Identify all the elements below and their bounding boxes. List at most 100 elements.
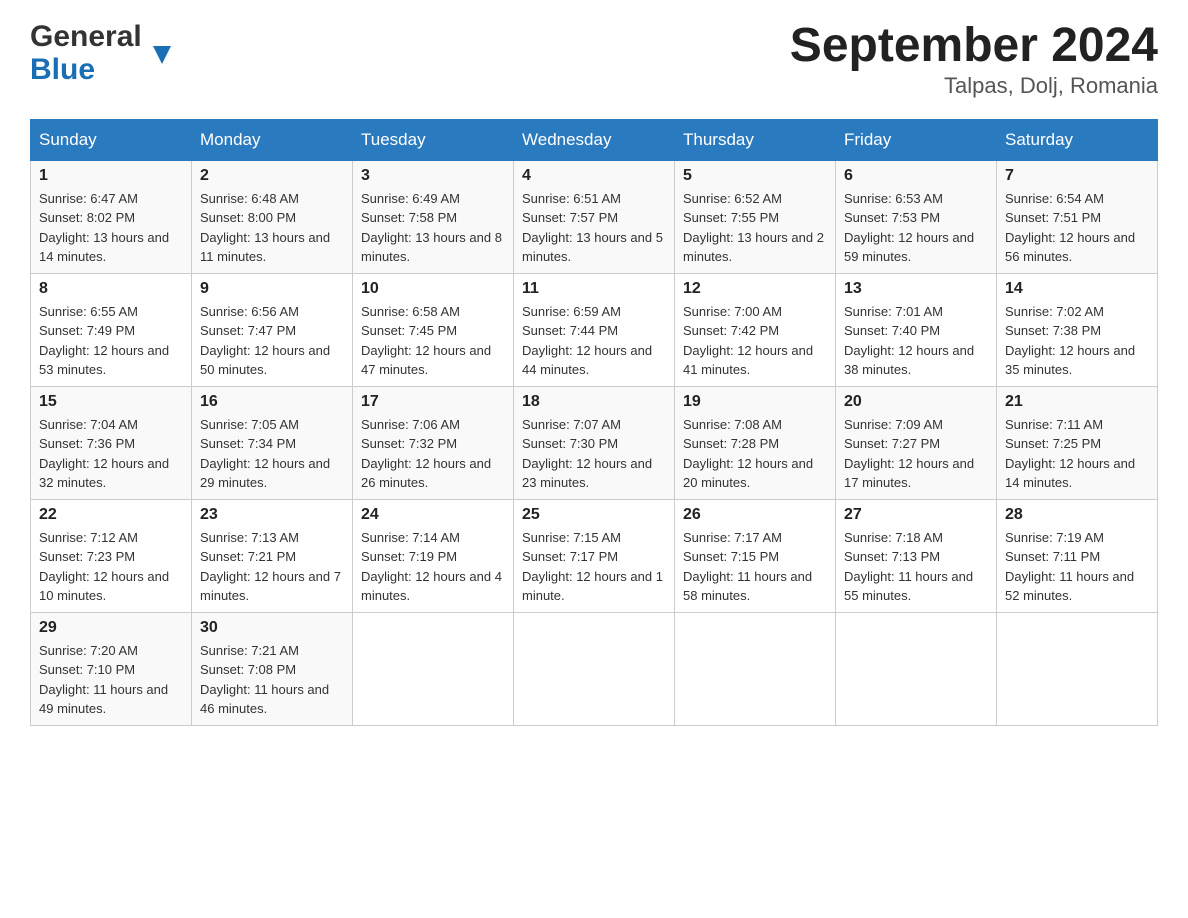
calendar-cell — [514, 612, 675, 725]
day-number: 16 — [200, 393, 344, 411]
calendar-header-row: SundayMondayTuesdayWednesdayThursdayFrid… — [31, 119, 1158, 160]
calendar-cell: 1 Sunrise: 6:47 AMSunset: 8:02 PMDaylight… — [31, 160, 192, 273]
weekday-header-wednesday: Wednesday — [514, 119, 675, 160]
day-info: Sunrise: 6:56 AMSunset: 7:47 PMDaylight:… — [200, 302, 344, 380]
calendar-cell: 8 Sunrise: 6:55 AMSunset: 7:49 PMDaylight… — [31, 273, 192, 386]
day-number: 19 — [683, 393, 827, 411]
calendar-cell: 19 Sunrise: 7:08 AMSunset: 7:28 PMDayligh… — [675, 386, 836, 499]
calendar-cell: 21 Sunrise: 7:11 AMSunset: 7:25 PMDayligh… — [997, 386, 1158, 499]
day-number: 15 — [39, 393, 183, 411]
calendar-week-row: 1 Sunrise: 6:47 AMSunset: 8:02 PMDaylight… — [31, 160, 1158, 273]
calendar-cell: 9 Sunrise: 6:56 AMSunset: 7:47 PMDaylight… — [192, 273, 353, 386]
calendar-week-row: 29 Sunrise: 7:20 AMSunset: 7:10 PMDayligh… — [31, 612, 1158, 725]
day-info: Sunrise: 7:15 AMSunset: 7:17 PMDaylight:… — [522, 528, 666, 606]
logo-arrow-icon — [153, 46, 171, 64]
calendar-cell: 23 Sunrise: 7:13 AMSunset: 7:21 PMDayligh… — [192, 499, 353, 612]
calendar-cell: 18 Sunrise: 7:07 AMSunset: 7:30 PMDayligh… — [514, 386, 675, 499]
day-number: 14 — [1005, 280, 1149, 298]
day-number: 12 — [683, 280, 827, 298]
day-info: Sunrise: 7:20 AMSunset: 7:10 PMDaylight:… — [39, 641, 183, 719]
calendar-cell: 24Sunrise: 7:14 AMSunset: 7:19 PMDayligh… — [353, 499, 514, 612]
weekday-header-tuesday: Tuesday — [353, 119, 514, 160]
calendar-cell: 13 Sunrise: 7:01 AMSunset: 7:40 PMDayligh… — [836, 273, 997, 386]
calendar-cell: 14 Sunrise: 7:02 AMSunset: 7:38 PMDayligh… — [997, 273, 1158, 386]
calendar-cell — [836, 612, 997, 725]
calendar-cell: 15Sunrise: 7:04 AMSunset: 7:36 PMDayligh… — [31, 386, 192, 499]
day-info: Sunrise: 7:09 AMSunset: 7:27 PMDaylight:… — [844, 415, 988, 493]
day-number: 11 — [522, 280, 666, 298]
calendar-cell: 6 Sunrise: 6:53 AMSunset: 7:53 PMDaylight… — [836, 160, 997, 273]
day-number: 7 — [1005, 167, 1149, 185]
day-info: Sunrise: 7:08 AMSunset: 7:28 PMDaylight:… — [683, 415, 827, 493]
calendar-cell: 7 Sunrise: 6:54 AMSunset: 7:51 PMDaylight… — [997, 160, 1158, 273]
day-info: Sunrise: 7:06 AMSunset: 7:32 PMDaylight:… — [361, 415, 505, 493]
day-number: 18 — [522, 393, 666, 411]
day-number: 8 — [39, 280, 183, 298]
day-info: Sunrise: 7:07 AMSunset: 7:30 PMDaylight:… — [522, 415, 666, 493]
day-number: 1 — [39, 167, 183, 185]
day-number: 25 — [522, 506, 666, 524]
calendar-cell: 12 Sunrise: 7:00 AMSunset: 7:42 PMDayligh… — [675, 273, 836, 386]
calendar-cell: 3Sunrise: 6:49 AMSunset: 7:58 PMDaylight… — [353, 160, 514, 273]
day-info: Sunrise: 7:17 AMSunset: 7:15 PMDaylight:… — [683, 528, 827, 606]
calendar-cell — [675, 612, 836, 725]
calendar-cell — [997, 612, 1158, 725]
weekday-header-friday: Friday — [836, 119, 997, 160]
day-info: Sunrise: 6:53 AMSunset: 7:53 PMDaylight:… — [844, 189, 988, 267]
weekday-header-monday: Monday — [192, 119, 353, 160]
calendar-cell: 26Sunrise: 7:17 AMSunset: 7:15 PMDayligh… — [675, 499, 836, 612]
day-info: Sunrise: 7:00 AMSunset: 7:42 PMDaylight:… — [683, 302, 827, 380]
day-info: Sunrise: 6:52 AMSunset: 7:55 PMDaylight:… — [683, 189, 827, 267]
day-number: 17 — [361, 393, 505, 411]
day-number: 22 — [39, 506, 183, 524]
day-number: 29 — [39, 619, 183, 637]
day-number: 27 — [844, 506, 988, 524]
day-number: 23 — [200, 506, 344, 524]
weekday-header-sunday: Sunday — [31, 119, 192, 160]
day-info: Sunrise: 6:48 AMSunset: 8:00 PMDaylight:… — [200, 189, 344, 267]
day-number: 20 — [844, 393, 988, 411]
weekday-header-saturday: Saturday — [997, 119, 1158, 160]
day-number: 30 — [200, 619, 344, 637]
page-header: General Blue September 2024 Talpas, Dolj… — [30, 20, 1158, 99]
title-section: September 2024 Talpas, Dolj, Romania — [790, 20, 1158, 99]
logo: General Blue — [30, 20, 153, 86]
calendar-cell: 16Sunrise: 7:05 AMSunset: 7:34 PMDayligh… — [192, 386, 353, 499]
day-number: 3 — [361, 167, 505, 185]
logo-general: General — [30, 20, 142, 53]
location: Talpas, Dolj, Romania — [790, 73, 1158, 99]
day-info: Sunrise: 7:19 AMSunset: 7:11 PMDaylight:… — [1005, 528, 1149, 606]
day-number: 5 — [683, 167, 827, 185]
calendar-cell: 4 Sunrise: 6:51 AMSunset: 7:57 PMDaylight… — [514, 160, 675, 273]
day-number: 9 — [200, 280, 344, 298]
day-info: Sunrise: 7:02 AMSunset: 7:38 PMDaylight:… — [1005, 302, 1149, 380]
day-info: Sunrise: 7:11 AMSunset: 7:25 PMDaylight:… — [1005, 415, 1149, 493]
calendar-cell: 30 Sunrise: 7:21 AMSunset: 7:08 PMDayligh… — [192, 612, 353, 725]
day-info: Sunrise: 7:13 AMSunset: 7:21 PMDaylight:… — [200, 528, 344, 606]
calendar-cell: 22Sunrise: 7:12 AMSunset: 7:23 PMDayligh… — [31, 499, 192, 612]
calendar-week-row: 22Sunrise: 7:12 AMSunset: 7:23 PMDayligh… — [31, 499, 1158, 612]
day-number: 6 — [844, 167, 988, 185]
calendar-cell: 10 Sunrise: 6:58 AMSunset: 7:45 PMDayligh… — [353, 273, 514, 386]
day-info: Sunrise: 6:47 AMSunset: 8:02 PMDaylight:… — [39, 189, 183, 267]
day-info: Sunrise: 6:58 AMSunset: 7:45 PMDaylight:… — [361, 302, 505, 380]
day-number: 10 — [361, 280, 505, 298]
day-number: 13 — [844, 280, 988, 298]
day-number: 28 — [1005, 506, 1149, 524]
logo-blue: Blue — [30, 53, 95, 86]
day-info: Sunrise: 6:55 AMSunset: 7:49 PMDaylight:… — [39, 302, 183, 380]
day-info: Sunrise: 6:51 AMSunset: 7:57 PMDaylight:… — [522, 189, 666, 267]
day-info: Sunrise: 7:18 AMSunset: 7:13 PMDaylight:… — [844, 528, 988, 606]
day-info: Sunrise: 6:54 AMSunset: 7:51 PMDaylight:… — [1005, 189, 1149, 267]
calendar-cell: 20 Sunrise: 7:09 AMSunset: 7:27 PMDayligh… — [836, 386, 997, 499]
day-info: Sunrise: 7:01 AMSunset: 7:40 PMDaylight:… — [844, 302, 988, 380]
calendar-cell: 25 Sunrise: 7:15 AMSunset: 7:17 PMDayligh… — [514, 499, 675, 612]
day-info: Sunrise: 7:21 AMSunset: 7:08 PMDaylight:… — [200, 641, 344, 719]
calendar-cell: 28 Sunrise: 7:19 AMSunset: 7:11 PMDayligh… — [997, 499, 1158, 612]
calendar-cell: 2 Sunrise: 6:48 AMSunset: 8:00 PMDaylight… — [192, 160, 353, 273]
day-number: 4 — [522, 167, 666, 185]
day-info: Sunrise: 6:59 AMSunset: 7:44 PMDaylight:… — [522, 302, 666, 380]
day-number: 2 — [200, 167, 344, 185]
calendar-cell: 17 Sunrise: 7:06 AMSunset: 7:32 PMDayligh… — [353, 386, 514, 499]
day-number: 21 — [1005, 393, 1149, 411]
